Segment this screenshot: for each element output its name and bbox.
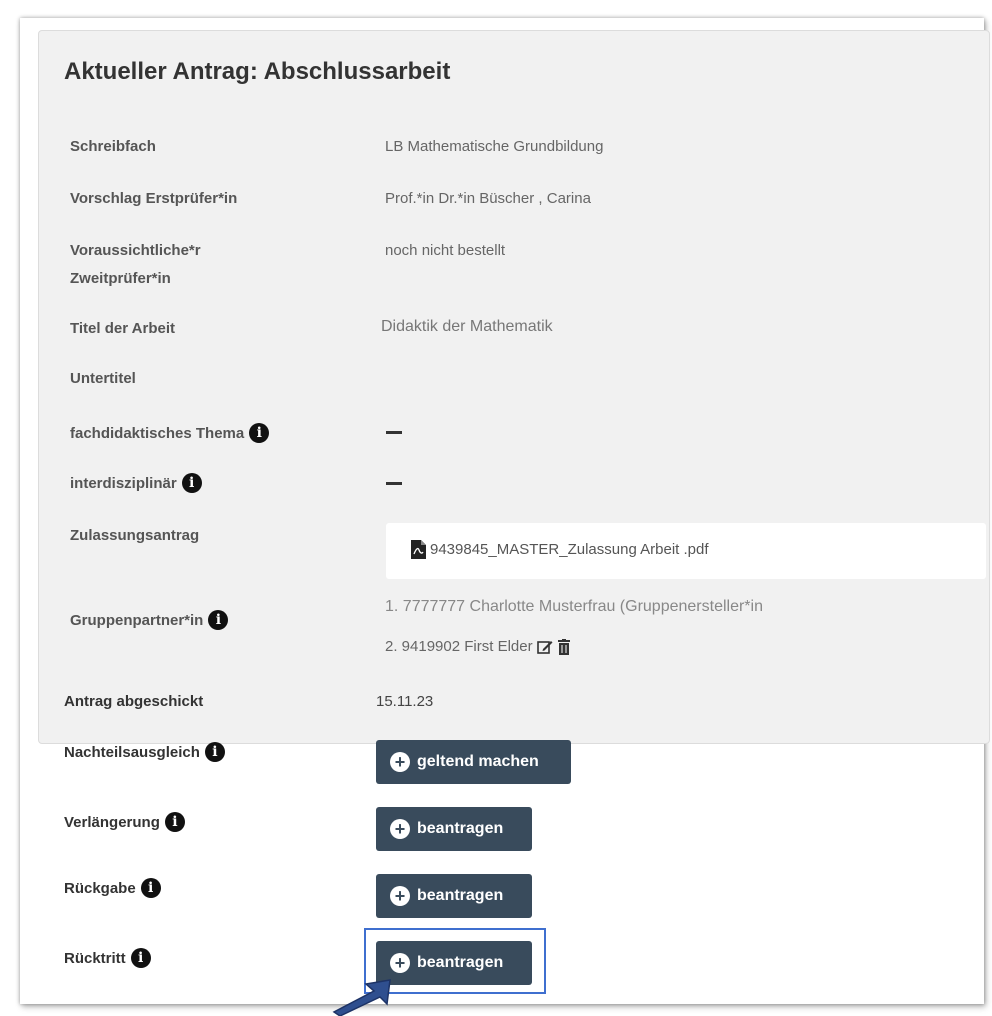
label-interdisziplinaer: interdisziplinär i [70,473,202,493]
value-antrag-abgeschickt: 15.11.23 [376,693,434,710]
info-icon[interactable]: i [208,610,229,630]
label-zweitpruefer-line2: Zweitprüfer*in [70,270,171,287]
edit-icon[interactable] [536,639,553,655]
label-antrag-abgeschickt: Antrag abgeschickt [64,693,204,710]
label-nachteilsausgleich: Nachteilsausgleich i [64,742,225,762]
geltend-machen-button[interactable]: + geltend machen [376,740,571,784]
label-ruecktritt: Rücktritt i [64,948,151,968]
info-icon[interactable]: i [204,742,225,762]
pdf-file-icon [410,540,426,559]
file-link[interactable]: 9439845_MASTER_Zulassung Arbeit .pdf [410,540,709,559]
label-untertitel: Untertitel [70,370,136,387]
info-icon[interactable]: i [164,812,185,832]
ruecktritt-beantragen-button[interactable]: + beantragen [376,941,532,985]
plus-circle-icon: + [390,752,410,772]
label-verlaengerung: Verlängerung i [64,812,185,832]
info-icon[interactable]: i [140,878,161,898]
rueckgabe-beantragen-button[interactable]: + beantragen [376,874,532,918]
value-zweitpruefer: noch nicht bestellt [385,242,506,259]
group-member: 2. 9419902 First Elder [385,638,573,655]
value-fachdidaktisches-thema [386,431,402,434]
label-gruppenpartner: Gruppenpartner*in i [70,610,229,630]
label-fachdidaktisches-thema: fachdidaktisches Thema i [70,423,270,443]
info-icon[interactable]: i [181,473,202,493]
value-schreibfach: LB Mathematische Grundbildung [385,138,604,155]
file-name[interactable]: 9439845_MASTER_Zulassung Arbeit .pdf [430,541,709,558]
plus-circle-icon: + [390,886,410,906]
plus-circle-icon: + [390,819,410,839]
value-titel: Didaktik der Mathematik [381,318,553,335]
arrow-pointer-icon [332,979,391,1016]
verlaengerung-beantragen-button[interactable]: + beantragen [376,807,532,851]
value-interdisziplinaer [386,482,402,485]
info-icon[interactable]: i [130,948,151,968]
label-zulassungsantrag: Zulassungsantrag [70,527,200,544]
label-titel: Titel der Arbeit [70,320,176,337]
plus-circle-icon: + [390,953,410,973]
label-schreibfach: Schreibfach [70,138,156,155]
label-rueckgabe: Rückgabe i [64,878,161,898]
trash-icon[interactable] [557,638,573,655]
info-icon[interactable]: i [249,423,270,443]
label-erstpruefer: Vorschlag Erstprüfer*in [70,190,238,207]
label-zweitpruefer-line1: Voraussichtliche*r [70,242,201,259]
page-title: Aktueller Antrag: Abschlussarbeit [64,58,451,85]
group-member: 1. 7777777 Charlotte Musterfrau (Gruppen… [385,598,763,615]
value-erstpruefer: Prof.*in Dr.*in Büscher , Carina [385,190,591,207]
